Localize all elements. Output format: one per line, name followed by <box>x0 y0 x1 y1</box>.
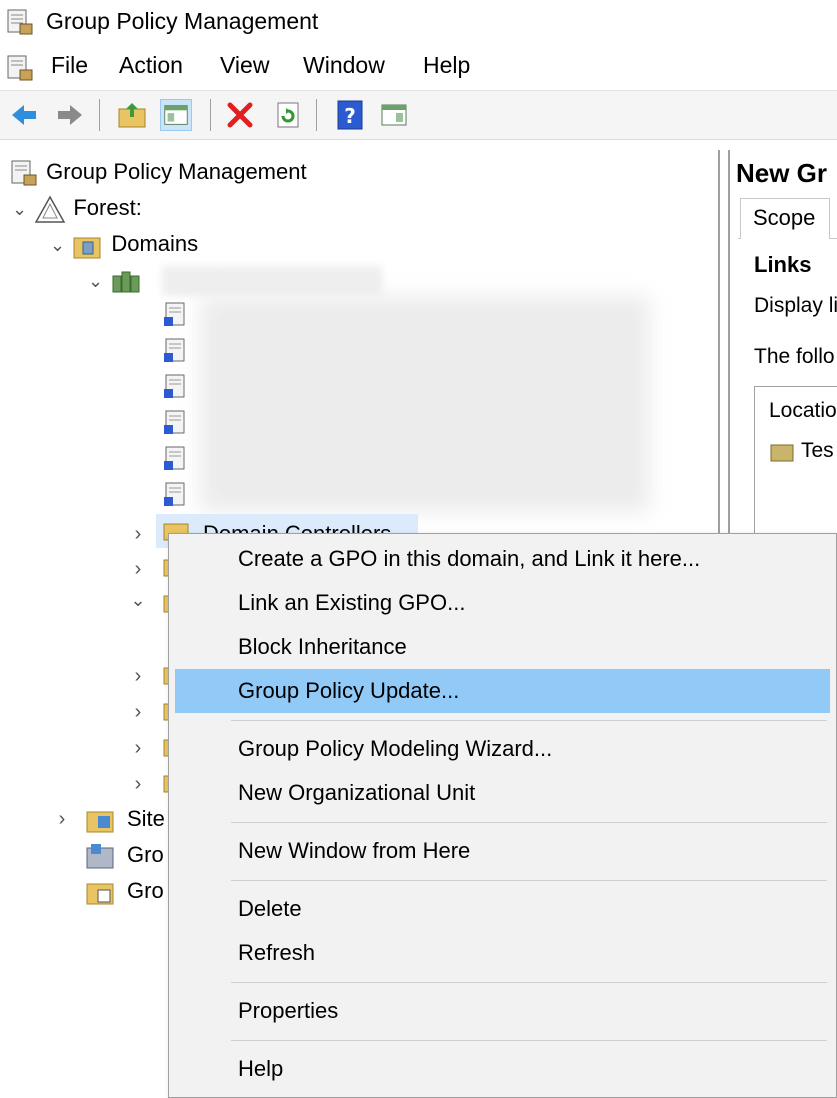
context-menu: Create a GPO in this domain, and Link it… <box>168 533 837 1098</box>
chevron-down-icon[interactable]: ⌄ <box>12 199 27 219</box>
menu-item-link-existing-gpo[interactable]: Link an Existing GPO... <box>175 581 830 625</box>
help-icon[interactable]: ? <box>334 99 366 131</box>
tree-root[interactable]: Group Policy Management <box>10 154 307 190</box>
column-location[interactable]: Locatio <box>769 399 837 423</box>
tab-scope[interactable]: Scope <box>740 198 830 239</box>
menu-separator <box>231 720 827 721</box>
delete-icon[interactable] <box>224 99 256 131</box>
sites-icon <box>86 811 114 833</box>
redacted-gpo-names <box>200 296 650 512</box>
toolbar: ? <box>0 91 837 140</box>
menu-item-delete[interactable]: Delete <box>175 887 830 931</box>
tab-scope-label: Scope <box>753 205 816 230</box>
menu-view[interactable]: View <box>220 52 269 79</box>
redacted-domain-name <box>162 266 382 296</box>
tree-item-forest-label: Forest: <box>73 195 142 220</box>
svg-text:?: ? <box>344 104 356 128</box>
modeling-icon <box>86 844 114 869</box>
tree-item-domains-label: Domains <box>111 231 199 256</box>
toolbar-separator <box>316 99 317 131</box>
tree-item-domain[interactable]: ⌄ <box>88 262 143 298</box>
menu-item-modeling-wizard[interactable]: Group Policy Modeling Wizard... <box>175 727 830 771</box>
results-icon <box>86 883 114 905</box>
chevron-right-icon[interactable]: › <box>128 523 148 546</box>
menu-item-create-gpo[interactable]: Create a GPO in this domain, and Link it… <box>175 537 830 581</box>
link-row-location[interactable]: Tes <box>801 439 834 463</box>
chevron-down-icon[interactable]: ⌄ <box>88 271 103 291</box>
menu-item-group-policy-update[interactable]: Group Policy Update... <box>175 669 830 713</box>
gpm-app-icon <box>7 9 33 35</box>
menu-separator <box>231 822 827 823</box>
properties-icon[interactable] <box>378 99 410 131</box>
menu-window[interactable]: Window <box>303 52 385 79</box>
menu-separator <box>231 982 827 983</box>
gpo-link-icon <box>164 302 185 326</box>
gpo-link-icon <box>164 374 185 398</box>
chevron-right-icon[interactable]: › <box>128 773 148 796</box>
chevron-right-icon[interactable]: › <box>128 701 148 724</box>
show-hide-tree-icon[interactable] <box>160 99 192 131</box>
chevron-down-icon[interactable]: ⌄ <box>128 590 148 611</box>
gpm-root-icon <box>11 160 37 186</box>
chevron-right-icon[interactable]: › <box>128 558 148 581</box>
chevron-right-icon[interactable]: › <box>52 808 72 831</box>
menu-item-block-inheritance[interactable]: Block Inheritance <box>175 625 830 669</box>
menu-help[interactable]: Help <box>423 52 470 79</box>
toolbar-separator <box>99 99 100 131</box>
menu-action[interactable]: Action <box>119 52 183 79</box>
menu-item-help[interactable]: Help <box>175 1047 830 1091</box>
gpo-link-icon <box>164 446 185 470</box>
tree-item-domains[interactable]: ⌄ Domains <box>50 226 198 262</box>
domain-icon <box>112 271 140 293</box>
title-bar: Group Policy Management <box>0 0 837 44</box>
chevron-right-icon[interactable]: › <box>128 737 148 760</box>
tree-root-label: Group Policy Management <box>46 159 307 184</box>
tree-item-forest[interactable]: ⌄ Forest: <box>12 190 142 226</box>
domains-folder-icon <box>73 237 101 259</box>
toolbar-separator <box>210 99 211 131</box>
following-text: The follo <box>754 345 835 368</box>
gpo-link-icon <box>164 338 185 362</box>
menu-separator <box>231 880 827 881</box>
links-heading: Links <box>754 252 812 277</box>
forest-icon <box>34 195 66 223</box>
up-folder-icon[interactable] <box>116 99 148 131</box>
menu-file[interactable]: File <box>51 52 88 79</box>
tree-item-gp-modeling-label[interactable]: Gro <box>127 837 164 873</box>
ou-folder-icon <box>770 444 794 462</box>
tree-item-sites-label[interactable]: Site <box>127 801 165 837</box>
menu-item-refresh[interactable]: Refresh <box>175 931 830 975</box>
system-menu-icon[interactable] <box>6 54 36 82</box>
menu-item-properties[interactable]: Properties <box>175 989 830 1033</box>
menu-bar: File Action View Window Help <box>0 44 837 91</box>
display-links-label: Display li <box>754 294 837 317</box>
gpo-link-icon <box>164 410 185 434</box>
back-arrow-icon[interactable] <box>8 99 40 131</box>
forward-arrow-icon[interactable] <box>54 99 86 131</box>
tree-item-gp-results-label[interactable]: Gro <box>127 873 164 909</box>
menu-separator <box>231 1040 827 1041</box>
menu-item-new-window[interactable]: New Window from Here <box>175 829 830 873</box>
window-title: Group Policy Management <box>46 8 319 34</box>
chevron-down-icon[interactable]: ⌄ <box>50 235 65 255</box>
gpo-link-icon <box>164 482 185 506</box>
chevron-right-icon[interactable]: › <box>128 665 148 688</box>
menu-item-new-ou[interactable]: New Organizational Unit <box>175 771 830 815</box>
details-title: New Gr <box>736 158 828 188</box>
refresh-icon[interactable] <box>272 99 304 131</box>
